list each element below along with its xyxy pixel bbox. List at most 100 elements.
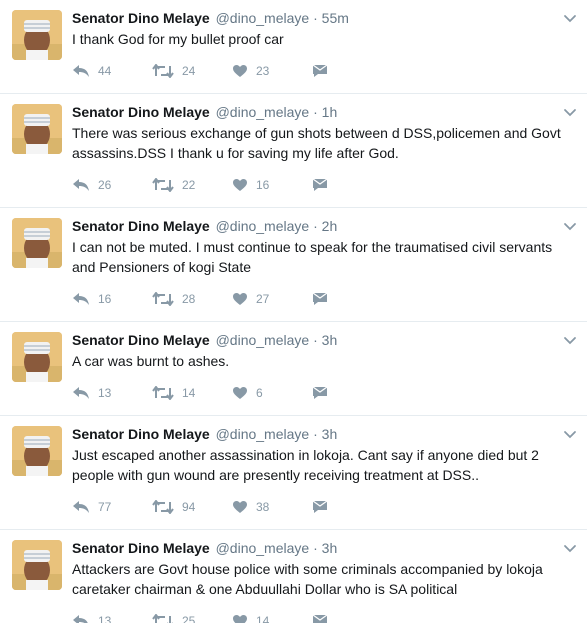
direct-message-button[interactable] [312, 500, 336, 514]
reply-button[interactable]: 44 [72, 64, 152, 78]
author-name[interactable]: Senator Dino Melaye [72, 218, 210, 234]
avatar[interactable] [12, 426, 62, 476]
like-count: 38 [256, 500, 270, 514]
retweet-count: 14 [182, 386, 196, 400]
tweet[interactable]: Senator Dino Melaye @dino_melaye · 1h Th… [0, 94, 587, 208]
tweet-header: Senator Dino Melaye @dino_melaye · 1h [72, 102, 587, 122]
reply-count: 13 [98, 386, 112, 400]
retweet-count: 22 [182, 178, 196, 192]
reply-count: 16 [98, 292, 112, 306]
avatar[interactable] [12, 218, 62, 268]
retweet-button[interactable]: 24 [152, 64, 232, 78]
tweet[interactable]: Senator Dino Melaye @dino_melaye · 3h Ju… [0, 416, 587, 530]
reply-button[interactable]: 13 [72, 386, 152, 400]
direct-message-button[interactable] [312, 178, 336, 192]
direct-message-button[interactable] [312, 64, 336, 78]
reply-button[interactable]: 13 [72, 614, 152, 623]
timestamp[interactable]: 55m [322, 10, 349, 26]
retweet-button[interactable]: 28 [152, 292, 232, 306]
author-handle[interactable]: @dino_melaye [216, 332, 310, 348]
like-button[interactable]: 23 [232, 64, 312, 78]
author-handle[interactable]: @dino_melaye [216, 540, 310, 556]
heart-icon [233, 293, 247, 305]
chevron-down-icon[interactable] [563, 430, 577, 440]
reply-count: 77 [98, 500, 112, 514]
reply-icon [73, 501, 89, 513]
avatar-image [12, 540, 62, 590]
like-button[interactable]: 14 [232, 614, 312, 623]
like-button[interactable]: 27 [232, 292, 312, 306]
tweet[interactable]: Senator Dino Melaye @dino_melaye · 2h I … [0, 208, 587, 322]
author-name[interactable]: Senator Dino Melaye [72, 332, 210, 348]
avatar[interactable] [12, 540, 62, 590]
retweet-button[interactable]: 25 [152, 614, 232, 623]
author-name[interactable]: Senator Dino Melaye [72, 10, 210, 26]
tweet-header: Senator Dino Melaye @dino_melaye · 3h [72, 330, 587, 350]
retweet-icon [152, 64, 174, 78]
heart-icon [233, 179, 247, 191]
reply-icon [73, 293, 89, 305]
retweet-icon [152, 500, 174, 514]
author-handle[interactable]: @dino_melaye [216, 10, 310, 26]
reply-icon [73, 615, 88, 623]
avatar[interactable] [12, 332, 62, 382]
separator-dot: · [313, 426, 318, 442]
chevron-down-icon[interactable] [563, 14, 577, 24]
retweet-count: 94 [182, 500, 196, 514]
tweet-actions: 13 14 6 [72, 371, 587, 415]
tweet-text: Just escaped another assassination in lo… [72, 447, 539, 483]
retweet-button[interactable]: 14 [152, 386, 232, 400]
avatar-image [12, 218, 62, 268]
author-handle[interactable]: @dino_melaye [216, 104, 310, 120]
avatar[interactable] [12, 10, 62, 60]
direct-message-button[interactable] [312, 614, 336, 623]
author-name[interactable]: Senator Dino Melaye [72, 426, 210, 442]
envelope-icon [312, 386, 328, 399]
timestamp[interactable]: 3h [322, 426, 338, 442]
timestamp[interactable]: 3h [322, 332, 338, 348]
direct-message-button[interactable] [312, 292, 336, 306]
like-button[interactable]: 6 [232, 386, 312, 400]
tweet-text: I thank God for my bullet proof car [72, 31, 284, 47]
tweet-header: Senator Dino Melaye @dino_melaye · 3h [72, 538, 587, 558]
chevron-down-icon[interactable] [563, 544, 577, 554]
timeline: Senator Dino Melaye @dino_melaye · 55m I… [0, 0, 587, 623]
tweet-text: I can not be muted. I must continue to s… [72, 239, 553, 275]
chevron-down-icon[interactable] [563, 336, 577, 346]
envelope-icon [312, 178, 328, 191]
author-handle[interactable]: @dino_melaye [216, 426, 310, 442]
retweet-count: 28 [182, 292, 196, 306]
tweet[interactable]: Senator Dino Melaye @dino_melaye · 55m I… [0, 0, 587, 94]
envelope-icon [312, 292, 328, 305]
chevron-down-icon[interactable] [563, 108, 577, 118]
tweet-header: Senator Dino Melaye @dino_melaye · 2h [72, 216, 587, 236]
author-handle[interactable]: @dino_melaye [216, 218, 310, 234]
retweet-button[interactable]: 94 [152, 500, 232, 514]
tweet[interactable]: Senator Dino Melaye @dino_melaye · 3h At… [0, 530, 587, 623]
avatar-image [12, 426, 62, 476]
reply-button[interactable]: 26 [72, 178, 152, 192]
tweet[interactable]: Senator Dino Melaye @dino_melaye · 3h A … [0, 322, 587, 416]
separator-dot: · [313, 104, 318, 120]
heart-icon [233, 387, 247, 399]
direct-message-button[interactable] [312, 386, 336, 400]
separator-dot: · [313, 540, 318, 556]
chevron-down-icon[interactable] [563, 222, 577, 232]
like-button[interactable]: 38 [232, 500, 312, 514]
retweet-button[interactable]: 22 [152, 178, 232, 192]
avatar[interactable] [12, 104, 62, 154]
tweet-actions: 77 94 38 [72, 485, 587, 529]
avatar-image [12, 332, 62, 382]
tweet-text: A car was burnt to ashes. [72, 353, 230, 369]
avatar-image [12, 104, 62, 154]
timestamp[interactable]: 1h [322, 104, 338, 120]
like-button[interactable]: 16 [232, 178, 312, 192]
envelope-icon [312, 614, 328, 623]
author-name[interactable]: Senator Dino Melaye [72, 540, 210, 556]
author-name[interactable]: Senator Dino Melaye [72, 104, 210, 120]
reply-button[interactable]: 77 [72, 500, 152, 514]
reply-button[interactable]: 16 [72, 292, 152, 306]
like-count: 16 [256, 178, 270, 192]
timestamp[interactable]: 2h [322, 218, 338, 234]
timestamp[interactable]: 3h [322, 540, 338, 556]
